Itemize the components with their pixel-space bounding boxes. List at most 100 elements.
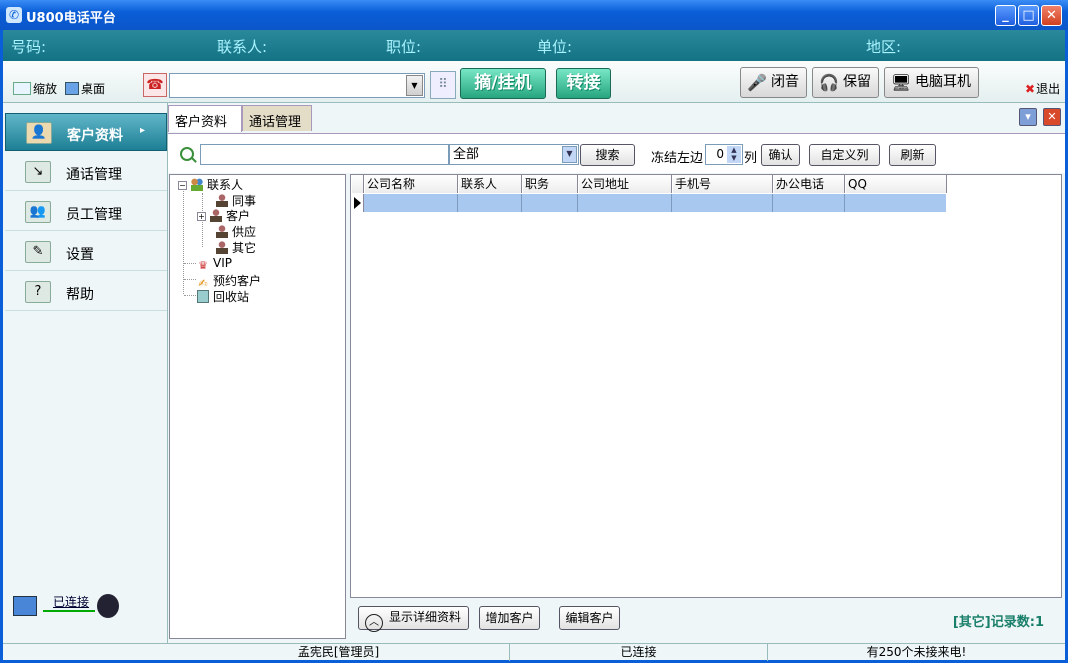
freeze-columns-value: 0 bbox=[716, 147, 724, 161]
tree-node-recycle-bin[interactable]: 回收站 bbox=[197, 288, 249, 305]
tree-node-contacts[interactable]: − 联系人 bbox=[178, 176, 243, 193]
chevron-right-icon: ▸ bbox=[140, 125, 146, 136]
phone-app-icon: ✆ bbox=[6, 7, 22, 23]
pc-headset-icon: 🖥 bbox=[890, 73, 912, 92]
column-header[interactable]: 公司名称 bbox=[364, 175, 458, 193]
contact-tree: − 联系人 同事 + 客户 供应 其它 ♛ VIP ✍ 预约客户 回收站 bbox=[169, 174, 346, 639]
column-header[interactable]: 联系人 bbox=[458, 175, 522, 193]
collapse-icon[interactable]: ▾ bbox=[1019, 108, 1037, 126]
refresh-button[interactable]: 刷新 bbox=[889, 144, 936, 166]
zoom-icon bbox=[13, 82, 31, 95]
show-details-button[interactable]: ︿ 显示详细资料 bbox=[358, 606, 469, 632]
status-user: 孟宪民[管理员] bbox=[168, 644, 510, 661]
sidebar-item-label: 员工管理 bbox=[66, 207, 122, 223]
vip-icon: ♛ bbox=[198, 259, 208, 272]
tree-node-vip[interactable]: ♛ VIP bbox=[197, 256, 232, 272]
desktop-toggle[interactable]: 桌面 bbox=[65, 80, 105, 97]
table-cell[interactable] bbox=[522, 194, 578, 212]
filter-select[interactable]: 全部 ▼ bbox=[449, 144, 579, 165]
spinner-arrows-icon[interactable]: ▲ ▼ bbox=[727, 146, 741, 163]
search-input[interactable] bbox=[200, 144, 449, 165]
tab-call-management[interactable]: 通话管理 bbox=[242, 105, 312, 131]
mute-button[interactable]: 🎤 闭音 bbox=[740, 67, 807, 98]
table-cell[interactable] bbox=[672, 194, 773, 212]
hold-button[interactable]: 🎧 保留 bbox=[812, 67, 879, 98]
record-count: [其它]记录数:1 bbox=[952, 615, 1044, 630]
table-cell[interactable] bbox=[578, 194, 672, 212]
tree-node-other[interactable]: 其它 bbox=[216, 239, 256, 256]
freeze-columns-spinner[interactable]: 0 ▲ ▼ bbox=[705, 144, 743, 165]
transfer-button[interactable]: 转接 bbox=[556, 68, 611, 99]
tab-customer-info[interactable]: 客户资料 bbox=[168, 105, 242, 132]
edit-customer-button[interactable]: 编辑客户 bbox=[559, 606, 620, 630]
collapse-box-icon[interactable]: − bbox=[178, 181, 187, 190]
sidebar-item-help[interactable]: ? 帮助 bbox=[5, 273, 167, 311]
tree-node-label: VIP bbox=[213, 256, 232, 270]
caller-info-bar: 号码: 联系人: 职位: 单位: 地区: bbox=[3, 30, 1065, 61]
tree-node-customer[interactable]: + 客户 bbox=[197, 207, 250, 224]
zoom-label: 缩放 bbox=[33, 82, 58, 96]
contact-label: 联系人: bbox=[217, 38, 268, 56]
sidebar-item-customer-info[interactable]: 👤 客户资料 ▸ bbox=[5, 113, 167, 151]
contacts-group-icon bbox=[191, 178, 203, 191]
search-icon bbox=[180, 147, 194, 161]
minimize-button[interactable]: _ bbox=[995, 5, 1016, 26]
column-header[interactable]: 职务 bbox=[522, 175, 578, 193]
pc-headset-button[interactable]: 🖥 电脑耳机 bbox=[884, 67, 979, 98]
column-unit-label: 列 bbox=[744, 151, 758, 166]
microphone-icon: 🎤 bbox=[747, 73, 767, 92]
column-header[interactable]: 公司地址 bbox=[578, 175, 672, 193]
table-row[interactable] bbox=[364, 194, 946, 212]
grid-corner bbox=[351, 175, 364, 193]
connection-line bbox=[43, 610, 95, 612]
search-toolbar: 全部 ▼ 搜索 冻结左边 0 ▲ ▼ 列 确认 自定义列 刷新 bbox=[168, 133, 1065, 173]
region-label: 地区: bbox=[866, 38, 902, 56]
app-window: ✆ U800电话平台 _ □ ✕ 号码: 联系人: 职位: 单位: 地区: 缩放… bbox=[0, 0, 1068, 663]
customer-grid: 公司名称 联系人 职务 公司地址 手机号 办公电话 QQ bbox=[350, 174, 1062, 598]
main-panel: 客户资料 通话管理 ▾ ✕ 全部 ▼ 搜索 冻结左边 0 ▲ ▼ 列 确认 自定义… bbox=[168, 103, 1065, 643]
custom-columns-button[interactable]: 自定义列 bbox=[809, 144, 880, 166]
column-header[interactable]: 办公电话 bbox=[773, 175, 845, 193]
person-icon bbox=[216, 225, 228, 238]
table-cell[interactable] bbox=[845, 194, 946, 212]
sidebar-item-call-management[interactable]: ↘ 通话管理 bbox=[5, 153, 167, 191]
desktop-icon bbox=[65, 82, 79, 95]
tree-node-label: 供应 bbox=[232, 225, 257, 239]
sidebar-item-staff-management[interactable]: 👥 员工管理 bbox=[5, 193, 167, 231]
show-details-label: 显示详细资料 bbox=[389, 610, 462, 624]
zoom-toggle[interactable]: 缩放 bbox=[13, 80, 57, 97]
filter-selected-value: 全部 bbox=[453, 147, 480, 162]
sidebar-item-label: 客户资料 bbox=[67, 128, 123, 144]
table-cell[interactable] bbox=[773, 194, 845, 212]
search-button[interactable]: 搜索 bbox=[580, 144, 635, 166]
maximize-button[interactable]: □ bbox=[1018, 5, 1039, 26]
column-header[interactable]: 手机号 bbox=[672, 175, 773, 193]
close-button[interactable]: ✕ bbox=[1041, 5, 1062, 26]
close-panel-icon[interactable]: ✕ bbox=[1043, 108, 1061, 126]
call-log-icon: ↘ bbox=[25, 161, 51, 183]
table-cell[interactable] bbox=[364, 194, 458, 212]
confirm-button[interactable]: 确认 bbox=[761, 144, 800, 166]
chevron-down-icon[interactable]: ▼ bbox=[406, 75, 423, 96]
column-header[interactable]: QQ bbox=[845, 175, 947, 193]
tree-line bbox=[184, 295, 196, 296]
expand-box-icon[interactable]: + bbox=[197, 212, 206, 221]
pc-headset-label: 电脑耳机 bbox=[915, 74, 971, 90]
person-icon bbox=[216, 241, 228, 254]
sidebar-item-settings[interactable]: ✎ 设置 bbox=[5, 233, 167, 271]
add-customer-button[interactable]: 增加客户 bbox=[479, 606, 540, 630]
dial-number-combobox[interactable]: ▼ bbox=[169, 73, 425, 98]
hold-label: 保留 bbox=[843, 74, 871, 90]
tree-node-label: 客户 bbox=[226, 209, 251, 223]
chevron-down-icon[interactable]: ▼ bbox=[562, 146, 577, 163]
pickup-hangup-button[interactable]: 摘/挂机 bbox=[460, 68, 546, 99]
exit-button[interactable]: ✖退出 bbox=[1025, 80, 1060, 97]
dialpad-icon[interactable]: ⠿ bbox=[430, 71, 456, 99]
help-icon: ? bbox=[25, 281, 51, 303]
tree-line bbox=[184, 279, 196, 280]
table-cell[interactable] bbox=[458, 194, 522, 212]
tree-node-supplier[interactable]: 供应 bbox=[216, 223, 256, 240]
status-missed-calls[interactable]: 有250个未接来电! bbox=[768, 644, 1065, 661]
title-bar[interactable]: ✆ U800电话平台 _ □ ✕ bbox=[0, 0, 1068, 30]
tree-node-label: 回收站 bbox=[213, 290, 250, 304]
